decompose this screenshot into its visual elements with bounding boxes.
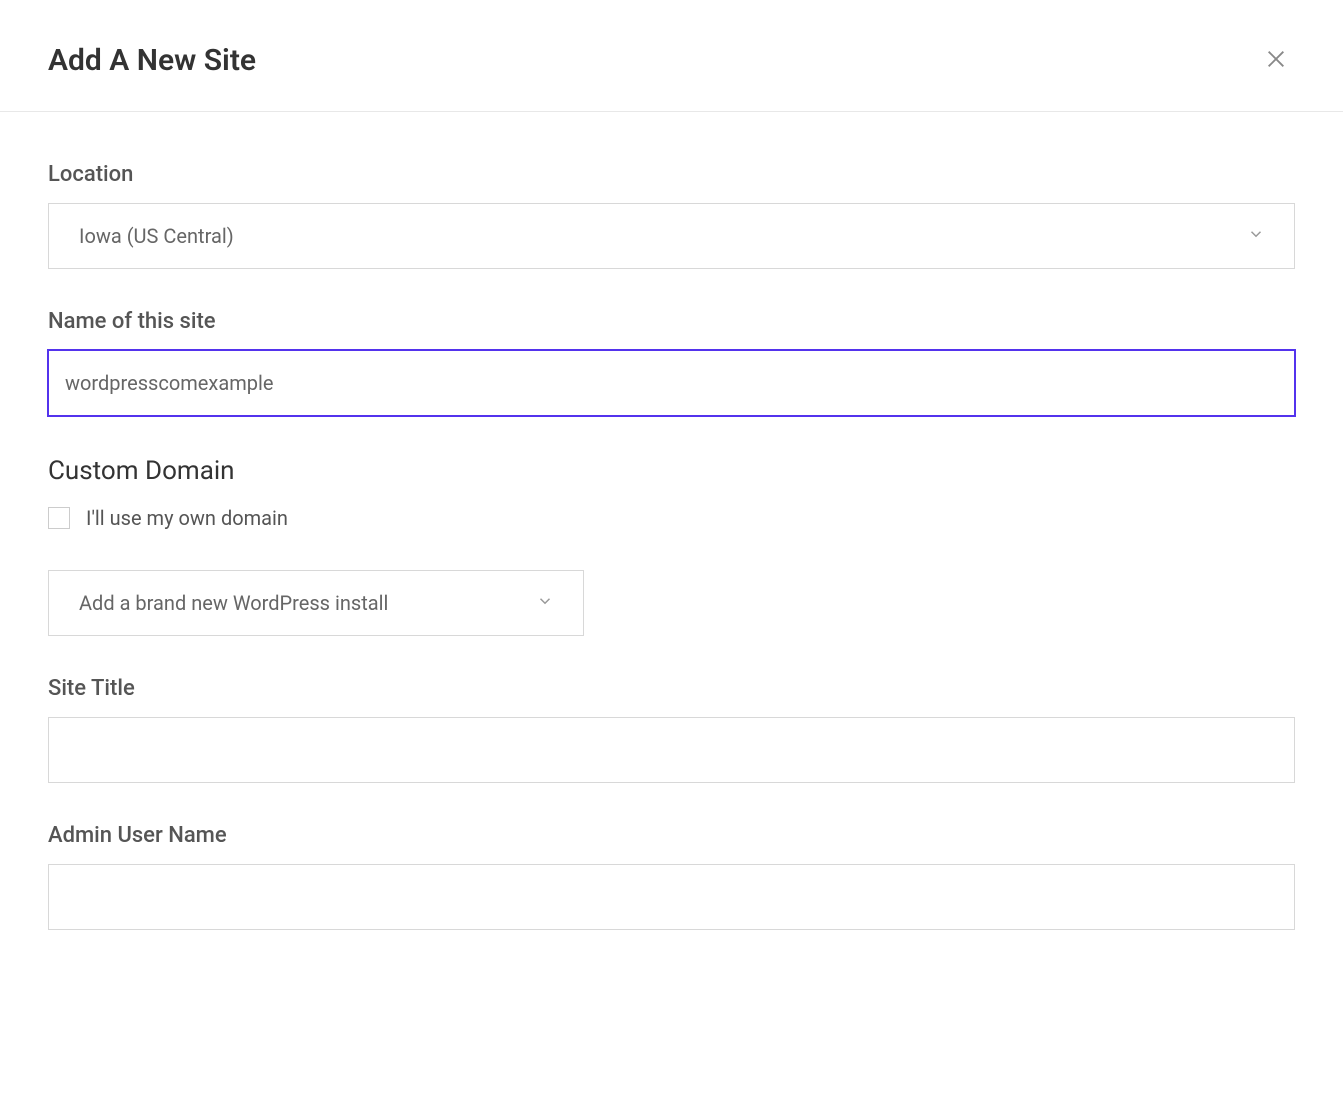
site-title-label: Site Title — [48, 676, 1295, 701]
admin-username-label: Admin User Name — [48, 823, 1295, 848]
site-name-input[interactable] — [48, 350, 1295, 416]
modal-header: Add A New Site — [0, 0, 1343, 112]
location-select[interactable]: Iowa (US Central) — [48, 203, 1295, 269]
admin-username-input[interactable] — [48, 864, 1295, 930]
custom-domain-section: Custom Domain I'll use my own domain Add… — [48, 456, 1295, 636]
form-body: Location Iowa (US Central) Name of this … — [0, 112, 1343, 1020]
close-icon — [1265, 48, 1287, 73]
location-select-wrapper: Iowa (US Central) — [48, 203, 1295, 269]
custom-domain-heading: Custom Domain — [48, 456, 1295, 486]
close-button[interactable] — [1257, 40, 1295, 81]
site-title-input[interactable] — [48, 717, 1295, 783]
site-title-group: Site Title — [48, 676, 1295, 783]
install-type-select-wrapper: Add a brand new WordPress install — [48, 570, 584, 636]
install-type-select[interactable]: Add a brand new WordPress install — [48, 570, 584, 636]
custom-domain-checkbox[interactable] — [48, 507, 70, 529]
location-label: Location — [48, 162, 1295, 187]
location-group: Location Iowa (US Central) — [48, 162, 1295, 269]
custom-domain-checkbox-row: I'll use my own domain — [48, 506, 1295, 530]
site-name-group: Name of this site — [48, 309, 1295, 416]
modal-title: Add A New Site — [48, 43, 256, 78]
site-name-label: Name of this site — [48, 309, 1295, 334]
custom-domain-checkbox-label[interactable]: I'll use my own domain — [86, 506, 288, 530]
admin-username-group: Admin User Name — [48, 823, 1295, 930]
